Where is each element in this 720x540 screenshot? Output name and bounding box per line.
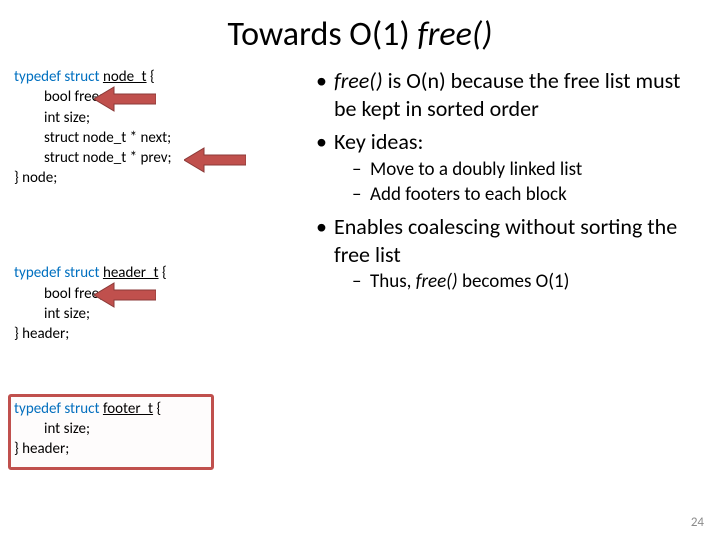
bullet-item: Enables coalescing without sorting the f…	[314, 213, 702, 294]
code-line: } header;	[14, 440, 69, 458]
code-line: } header;	[14, 325, 69, 343]
bullet-item: free() is O(n) because the free list mus…	[314, 67, 702, 122]
sub-bullet-list: Thus, free() becomes O(1)	[334, 270, 702, 294]
bullet-list: free() is O(n) because the free list mus…	[314, 67, 702, 294]
code-line: bool free;	[44, 284, 314, 304]
slide-title: Towards O(1) free()	[0, 0, 720, 61]
brace: {	[147, 68, 155, 86]
code-block-header: typedef struct header_t { bool free;int …	[14, 263, 314, 385]
code-line: struct node_t * next;	[44, 128, 314, 148]
typename: node_t	[103, 68, 147, 86]
sub-bullet-item: Thus, free() becomes O(1)	[334, 270, 702, 294]
code-block-footer: typedef struct footer_t { int size;} hea…	[14, 399, 314, 500]
sub-bullet-item: Move to a doubly linked list	[334, 158, 702, 182]
content-columns: typedef struct node_t { bool free;int si…	[0, 61, 720, 514]
keyword: typedef struct	[14, 264, 103, 282]
brace: {	[159, 264, 167, 282]
code-line: int size;	[44, 304, 314, 324]
slide: Towards O(1) free() typedef struct node_…	[0, 0, 720, 540]
sub-bullet-ital: free()	[416, 270, 458, 293]
sub-bullet-post: becomes O(1)	[458, 270, 570, 293]
code-line: int size;	[44, 108, 314, 128]
right-column: free() is O(n) because the free list mus…	[314, 67, 702, 514]
sub-bullet-item: Add footers to each block	[334, 183, 702, 207]
title-text-pre: Towards O(1)	[228, 14, 418, 55]
code-line: struct node_t * prev;	[44, 148, 314, 168]
code-line: int size;	[44, 419, 314, 439]
page-number: 24	[691, 515, 704, 530]
title-text-ital: free()	[417, 14, 492, 55]
bullet-ital: free()	[334, 67, 383, 94]
bullet-text: Enables coalescing without sorting the f…	[334, 213, 677, 268]
typename: header_t	[103, 264, 159, 282]
keyword: typedef struct	[14, 68, 103, 86]
bullet-item: Key ideas: Move to a doubly linked list …	[314, 128, 702, 207]
keyword: typedef struct	[14, 400, 103, 418]
code-block-node: typedef struct node_t { bool free;int si…	[14, 67, 314, 249]
bullet-text: is O(n) because the free list must be ke…	[334, 67, 680, 122]
left-column: typedef struct node_t { bool free;int si…	[14, 67, 314, 514]
code-line: bool free;	[44, 87, 314, 107]
brace: {	[153, 400, 161, 418]
sub-bullet-pre: Thus,	[370, 270, 416, 293]
typename: footer_t	[103, 400, 153, 418]
bullet-text: Key ideas:	[334, 128, 423, 155]
sub-bullet-list: Move to a doubly linked list Add footers…	[334, 158, 702, 208]
code-line: } node;	[14, 169, 57, 187]
